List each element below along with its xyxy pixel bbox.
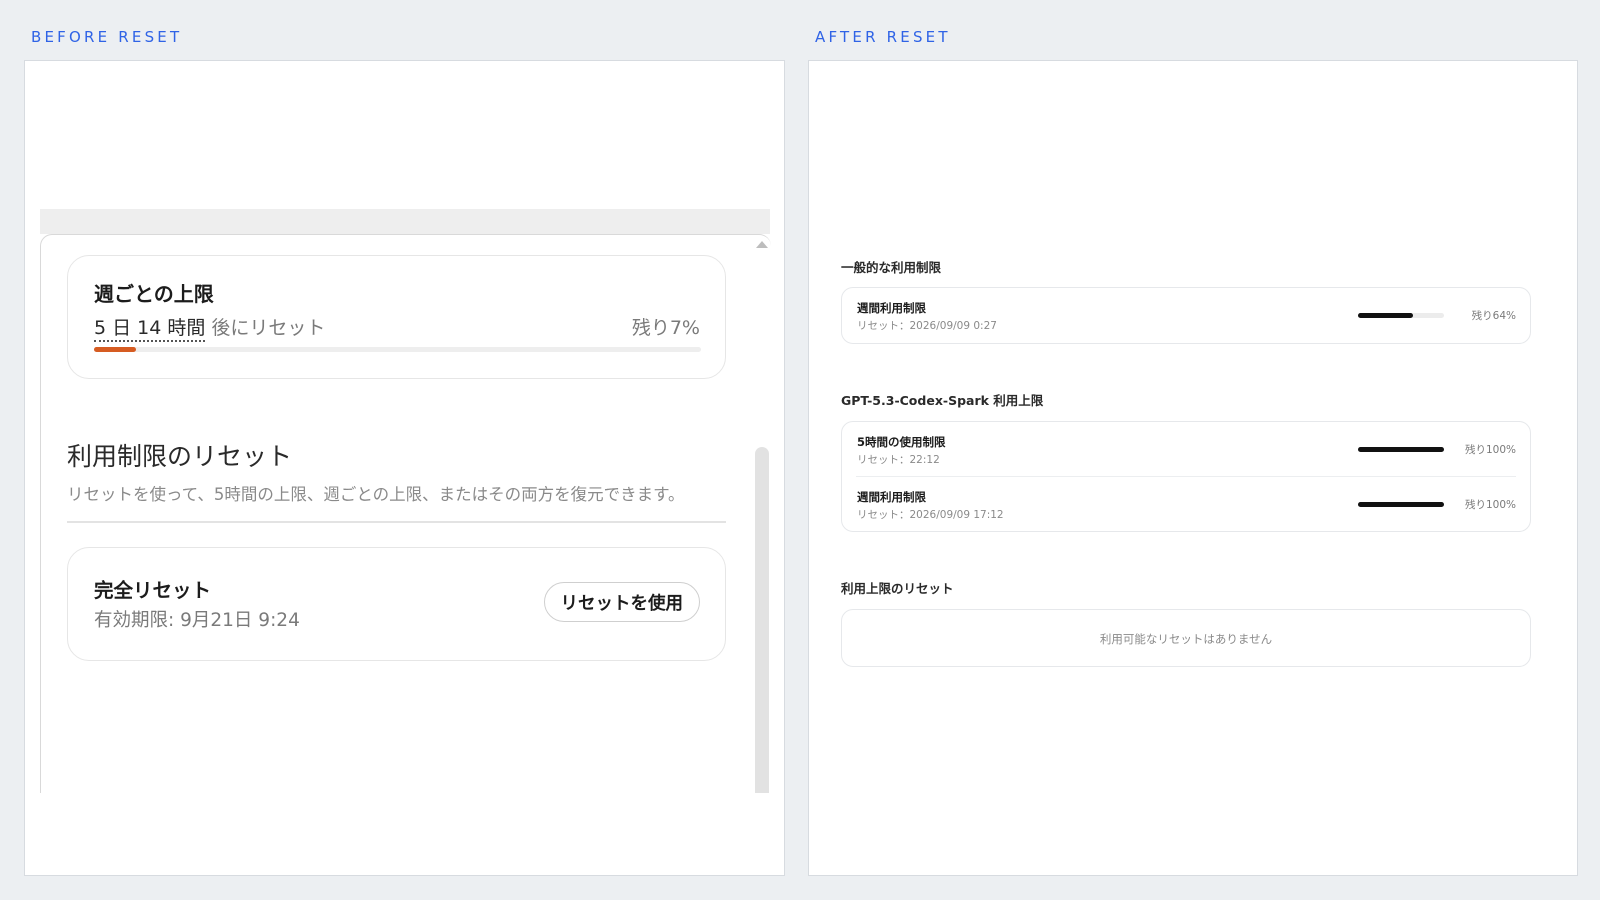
limit-row: 週間利用制限 リセット：2026/09/09 0:27 残り64% <box>842 288 1530 342</box>
weekly-limit-title: 週ごとの上限 <box>94 282 214 306</box>
general-limits-heading: 一般的な利用制限 <box>841 260 942 275</box>
full-reset-title: 完全リセット <box>94 579 212 602</box>
limit-progress-bar <box>1358 502 1444 507</box>
use-reset-button[interactable]: リセットを使用 <box>543 582 700 622</box>
limit-row-remaining: 残り100% <box>1464 444 1516 456</box>
limit-row-reset: リセット：2026/09/09 0:27 <box>857 320 997 332</box>
weekly-limit-reset-suffix: 後にリセット <box>205 317 326 339</box>
reset-section-description: リセットを使って、5時間の上限、週ごとの上限、またはその両方を復元できます。 <box>67 485 685 504</box>
after-panel: 一般的な利用制限 週間利用制限 リセット：2026/09/09 0:27 残り6… <box>808 60 1578 876</box>
spark-limits-heading: GPT-5.3-Codex-Spark 利用上限 <box>841 393 1044 408</box>
usage-viewport[interactable]: 週ごとの上限 5 日 14 時間 後にリセット 残り7% 利用制限のリセット リ… <box>40 234 771 793</box>
full-reset-expiry: 有効期限: 9月21日 9:24 <box>94 610 300 631</box>
after-reset-label: AFTER RESET <box>815 28 951 46</box>
limit-row-title: 週間利用制限 <box>857 301 926 315</box>
reset-section-title: 利用制限のリセット <box>67 442 293 471</box>
weekly-limit-progress-fill <box>94 347 137 352</box>
section-divider <box>67 521 726 523</box>
weekly-limit-reset-time[interactable]: 5 日 14 時間 <box>94 317 206 342</box>
limit-row-title: 5時間の使用制限 <box>857 435 946 449</box>
limit-progress-fill <box>1358 502 1444 507</box>
spark-limits-card: 5時間の使用制限 リセット：22:12 残り100% 週間利用制限 リセット：2… <box>841 421 1531 532</box>
limit-progress-fill <box>1358 447 1444 452</box>
before-panel: 週ごとの上限 5 日 14 時間 後にリセット 残り7% 利用制限のリセット リ… <box>24 60 785 876</box>
general-limits-card: 週間利用制限 リセット：2026/09/09 0:27 残り64% <box>841 287 1531 344</box>
limit-row-reset: リセット：22:12 <box>857 454 940 466</box>
limit-row: 5時間の使用制限 リセット：22:12 残り100% <box>842 422 1530 476</box>
window-header-strip <box>40 209 770 234</box>
weekly-limit-progress-bar <box>94 347 701 352</box>
limit-row-title: 週間利用制限 <box>857 490 926 504</box>
limit-progress-bar <box>1358 447 1444 452</box>
limit-row-remaining: 残り64% <box>1471 310 1516 322</box>
weekly-limit-reset: 5 日 14 時間 後にリセット <box>94 313 326 342</box>
resets-card: 利用可能なリセットはありません <box>841 609 1531 667</box>
limit-progress-bar <box>1358 313 1444 318</box>
scroll-up-arrow-icon[interactable] <box>756 241 768 248</box>
limit-row: 週間利用制限 リセット：2026/09/09 17:12 残り100% <box>856 476 1516 531</box>
resets-heading: 利用上限のリセット <box>841 581 954 596</box>
weekly-limit-remaining: 残り7% <box>631 317 700 339</box>
no-resets-message: 利用可能なリセットはありません <box>1099 632 1273 646</box>
limit-progress-fill <box>1358 313 1414 318</box>
weekly-limit-card: 週ごとの上限 5 日 14 時間 後にリセット 残り7% <box>67 255 726 379</box>
full-reset-card: 完全リセット 有効期限: 9月21日 9:24 リセットを使用 <box>67 547 726 661</box>
before-reset-label: BEFORE RESET <box>31 28 183 46</box>
limit-row-remaining: 残り100% <box>1464 499 1516 511</box>
scrollbar-thumb[interactable] <box>755 447 769 793</box>
limit-row-reset: リセット：2026/09/09 17:12 <box>857 509 1004 521</box>
